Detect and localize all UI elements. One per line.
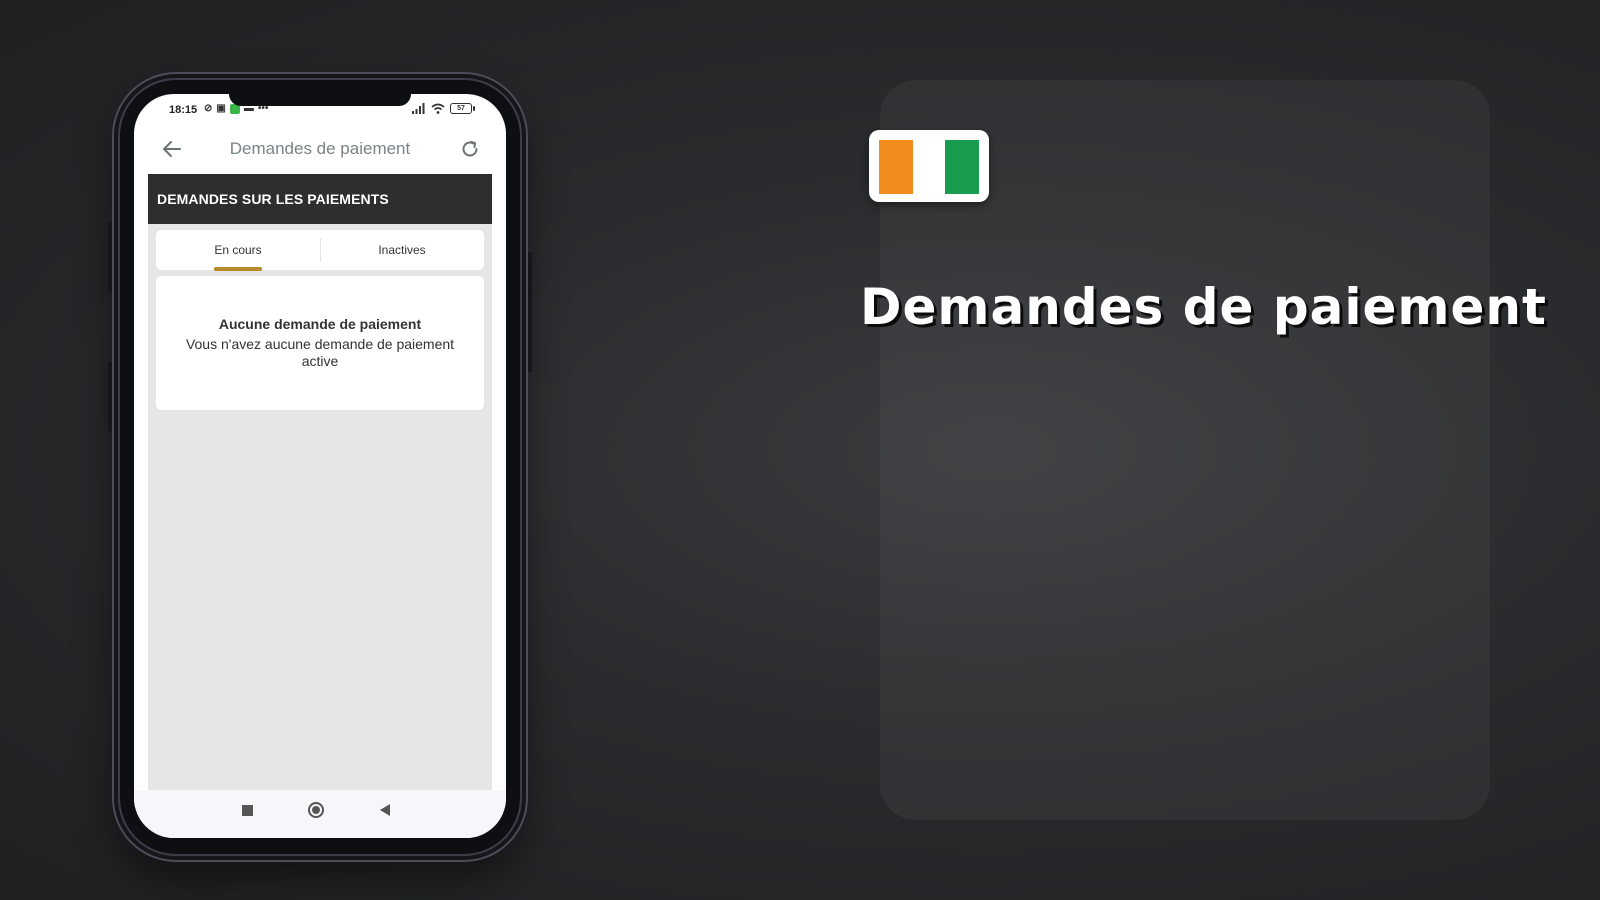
tab-label: Inactives	[378, 243, 426, 257]
flag-stripe-green	[945, 140, 979, 194]
status-icons-right: 57	[412, 103, 475, 114]
page-title: Demandes de paiement	[229, 139, 411, 158]
empty-state-card: Aucune demande de paiement Vous n'avez a…	[156, 276, 484, 410]
section-header: DEMANDES SUR LES PAIEMENTS	[148, 174, 492, 224]
empty-state-title: Aucune demande de paiement	[218, 316, 422, 332]
tab-bar: En cours Inactives	[156, 230, 484, 271]
tab-en-cours[interactable]: En cours	[156, 230, 320, 271]
section-header-label: DEMANDES SUR LES PAIEMENTS	[157, 191, 389, 207]
system-back-button[interactable]	[380, 804, 390, 816]
home-button[interactable]	[308, 802, 324, 818]
promo-title: Demandes de paiement	[860, 278, 1547, 336]
refresh-icon[interactable]	[460, 139, 480, 159]
camera-notch	[229, 94, 411, 106]
wifi-icon	[431, 103, 445, 114]
flag-stripe-white	[913, 140, 945, 194]
battery-level: 57	[457, 105, 465, 112]
system-nav-bar	[134, 790, 506, 838]
signal-icon	[412, 103, 425, 114]
active-tab-indicator	[214, 267, 262, 271]
phone-screen: 18:15 ⊘ ▣ ▬ ••• 57 Demandes de paiement …	[134, 94, 506, 838]
alarm-off-icon: ⊘	[204, 103, 213, 114]
status-time: 18:15	[169, 104, 198, 116]
game-icon: ▣	[216, 103, 226, 114]
battery-icon: 57	[450, 103, 475, 114]
phone-volume-button	[108, 362, 112, 432]
empty-state-message: Vous n'avez aucune demande de paiement a…	[185, 336, 455, 369]
phone-volume-button	[108, 222, 112, 292]
tab-inactives[interactable]: Inactives	[320, 230, 484, 270]
tab-label: En cours	[214, 243, 262, 257]
ivory-coast-flag-icon	[869, 130, 989, 202]
phone-mockup: 18:15 ⊘ ▣ ▬ ••• 57 Demandes de paiement …	[108, 72, 532, 862]
flag-stripe-orange	[879, 140, 913, 194]
phone-power-button	[528, 252, 532, 372]
app-bar: Demandes de paiement	[148, 124, 492, 174]
recents-button[interactable]	[242, 805, 253, 816]
